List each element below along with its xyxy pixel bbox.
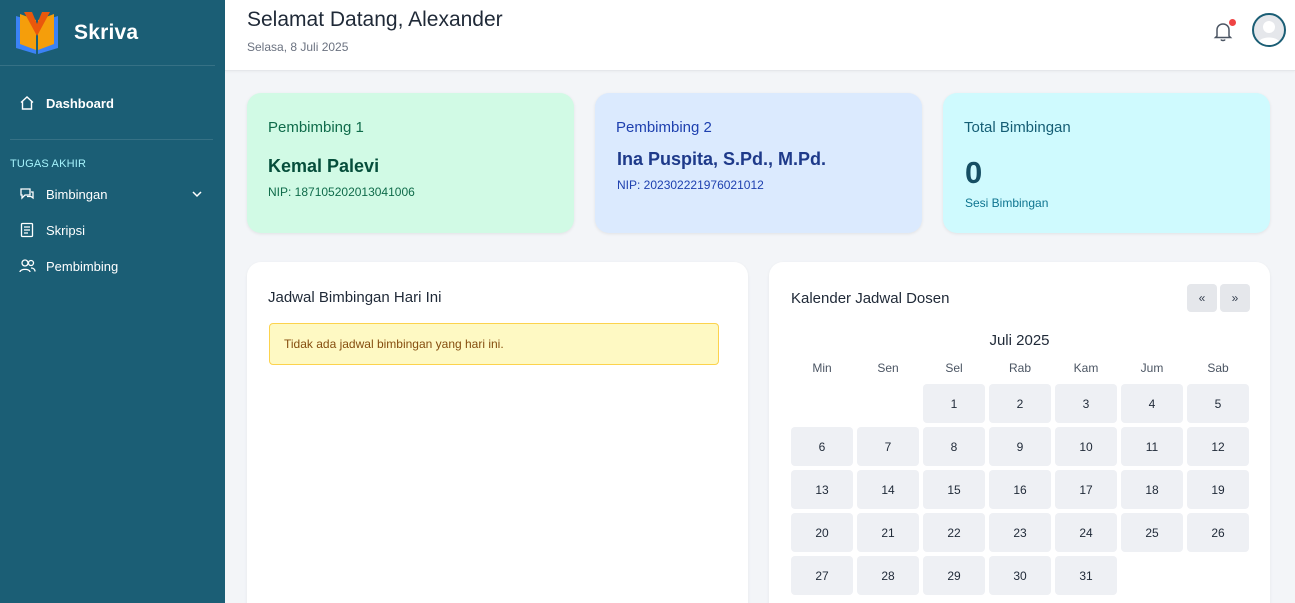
calendar-day[interactable]: 31	[1055, 556, 1117, 595]
brand-name: Skriva	[74, 20, 139, 44]
calendar-day[interactable]: 14	[857, 470, 919, 509]
calendar-day[interactable]: 2	[989, 384, 1051, 423]
page-title: Selamat Datang, Alexander	[247, 8, 503, 31]
month-label: Juli 2025	[989, 332, 1050, 349]
calendar-panel: Kalender Jadwal Dosen « » Juli 2025 Min S…	[769, 262, 1270, 603]
calendar-day[interactable]: 25	[1121, 513, 1183, 552]
sidebar-item-label: Dashboard	[46, 95, 114, 111]
panel-title: Kalender Jadwal Dosen	[791, 290, 950, 307]
sidebar-item-label: Skripsi	[46, 222, 86, 238]
calendar-day[interactable]: 1	[923, 384, 985, 423]
calendar-day[interactable]: 23	[989, 513, 1051, 552]
current-date: Selasa, 8 Juli 2025	[247, 40, 349, 54]
chat-icon	[18, 185, 36, 203]
calendar-day[interactable]: 3	[1055, 384, 1117, 423]
next-month-button[interactable]: »	[1220, 284, 1250, 312]
pembimbing-1-card: Pembimbing 1 Kemal Palevi NIP: 187105202…	[247, 93, 574, 233]
empty-schedule-alert: Tidak ada jadwal bimbingan yang hari ini…	[269, 323, 719, 365]
top-header: Selamat Datang, Alexander Selasa, 8 Juli…	[225, 0, 1295, 71]
calendar-day[interactable]: 16	[989, 470, 1051, 509]
card-title: Pembimbing 2	[616, 119, 712, 136]
sidebar-item-skripsi[interactable]: Skripsi	[0, 212, 225, 248]
sidebar-divider	[10, 139, 213, 140]
sidebar-nav: Dashboard TUGAS AKHIR Bimbingan Skripsi …	[0, 85, 225, 284]
advisor-name: Kemal Palevi	[268, 156, 380, 176]
weekday-label: Sel	[945, 361, 963, 375]
calendar-day[interactable]: 5	[1187, 384, 1249, 423]
calendar-blank-cell	[857, 384, 919, 423]
section-label: TUGAS AKHIR	[10, 158, 87, 170]
sidebar-item-label: Pembimbing	[46, 258, 119, 274]
calendar-day[interactable]: 27	[791, 556, 853, 595]
total-count: 0	[965, 155, 983, 190]
calendar-day[interactable]: 4	[1121, 384, 1183, 423]
weekday-label: Sen	[877, 361, 899, 375]
weekday-label: Sab	[1207, 361, 1229, 375]
chevron-down-icon[interactable]	[191, 188, 203, 200]
calendar-day[interactable]: 6	[791, 427, 853, 466]
weekday-label: Rab	[1008, 361, 1031, 375]
calendar-day[interactable]: 12	[1187, 427, 1249, 466]
book-logo-icon	[12, 10, 62, 56]
card-title: Pembimbing 1	[268, 119, 364, 136]
brand[interactable]: Skriva	[0, 0, 215, 66]
calendar-day[interactable]: 9	[989, 427, 1051, 466]
sidebar-item-label: Bimbingan	[46, 186, 108, 202]
calendar-day[interactable]: 11	[1121, 427, 1183, 466]
calendar-day[interactable]: 20	[791, 513, 853, 552]
advisor-name: Ina Puspita, S.Pd., M.Pd.	[617, 149, 827, 169]
calendar-day[interactable]: 13	[791, 470, 853, 509]
notification-badge	[1229, 19, 1236, 26]
calendar-day[interactable]: 7	[857, 427, 919, 466]
calendar-blank-cell	[791, 384, 853, 423]
weekday-header: Min Sen Sel Rab Kam Jum Sab	[791, 361, 1228, 375]
calendar-day[interactable]: 29	[923, 556, 985, 595]
calendar-day[interactable]: 18	[1121, 470, 1183, 509]
schedule-panel: Jadwal Bimbingan Hari Ini Tidak ada jadw…	[247, 262, 748, 603]
home-icon	[18, 94, 36, 112]
card-title: Total Bimbingan	[964, 119, 1071, 136]
weekday-label: Jum	[1140, 361, 1164, 375]
calendar-day[interactable]: 15	[923, 470, 985, 509]
calendar-day[interactable]: 30	[989, 556, 1051, 595]
weekday-label: Min	[812, 361, 832, 375]
panel-title: Jadwal Bimbingan Hari Ini	[268, 289, 442, 306]
sidebar-item-pembimbing[interactable]: Pembimbing	[0, 248, 225, 284]
weekday-label: Kam	[1073, 361, 1099, 375]
calendar-day[interactable]: 17	[1055, 470, 1117, 509]
pembimbing-2-card: Pembimbing 2 Ina Puspita, S.Pd., M.Pd. N…	[595, 93, 922, 233]
calendar-day[interactable]: 24	[1055, 513, 1117, 552]
total-subtitle: Sesi Bimbingan	[965, 196, 1049, 210]
calendar-day[interactable]: 22	[923, 513, 985, 552]
calendar-day[interactable]: 28	[857, 556, 919, 595]
sidebar: Skriva Dashboard TUGAS AKHIR Bimbingan S…	[0, 0, 225, 603]
sidebar-item-bimbingan[interactable]: Bimbingan	[0, 176, 225, 212]
document-icon	[18, 221, 36, 239]
advisor-nip: NIP: 187105202013041006	[268, 185, 415, 199]
calendar-day[interactable]: 10	[1055, 427, 1117, 466]
advisor-nip: NIP: 202302221976021012	[617, 178, 764, 192]
calendar-day[interactable]: 26	[1187, 513, 1249, 552]
prev-month-button[interactable]: «	[1187, 284, 1217, 312]
calendar-grid: 1 2 3 4 5 6 7 8 9 10 11 12 13 14 15 16 17 18 19 20 21 22 23 24 2…	[791, 384, 1249, 595]
calendar-day[interactable]: 8	[923, 427, 985, 466]
total-bimbingan-card: Total Bimbingan 0 Sesi Bimbingan	[943, 93, 1270, 233]
users-icon	[18, 257, 36, 275]
calendar-day[interactable]: 19	[1187, 470, 1249, 509]
sidebar-item-dashboard[interactable]: Dashboard	[0, 85, 225, 121]
avatar[interactable]	[1252, 13, 1286, 47]
calendar-day[interactable]: 21	[857, 513, 919, 552]
